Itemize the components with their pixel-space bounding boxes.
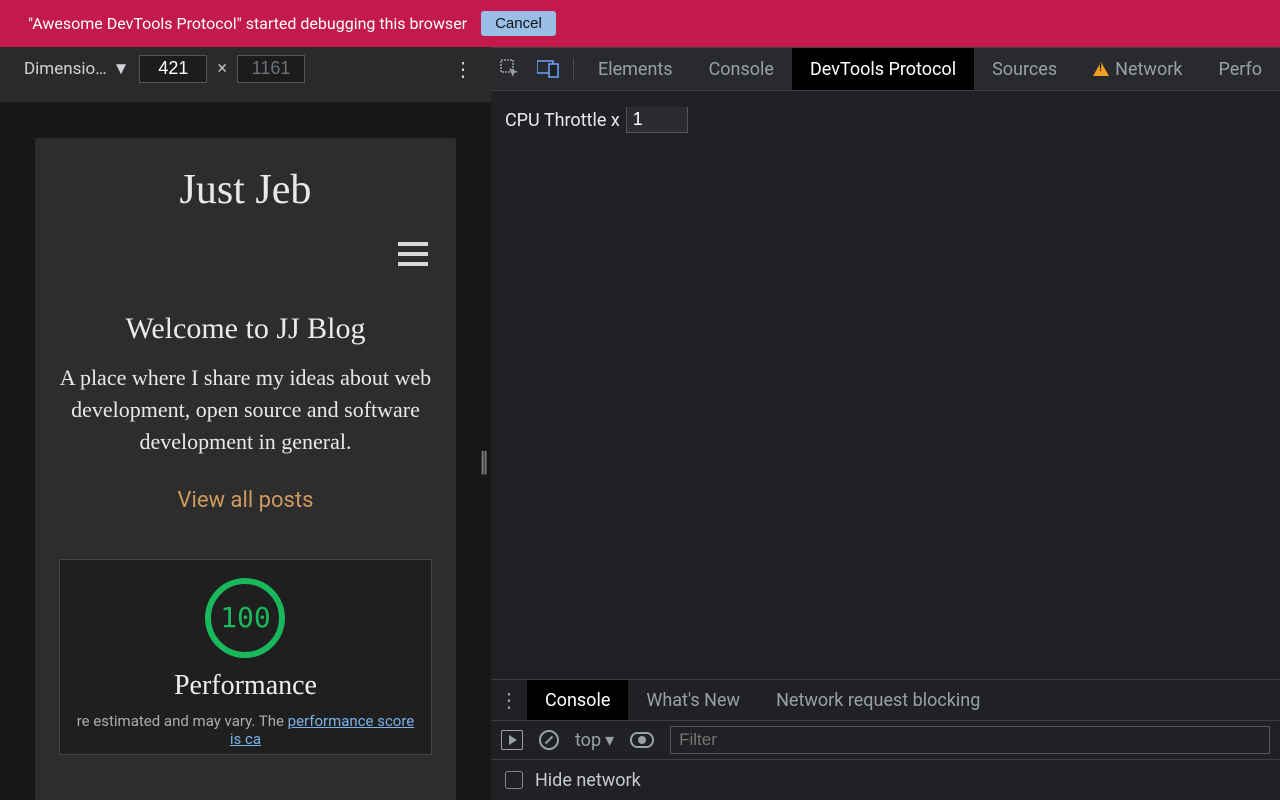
drawer-tab-whats-new[interactable]: What's New — [628, 680, 758, 720]
live-expression-button[interactable] — [630, 732, 654, 748]
console-filter-input[interactable] — [670, 726, 1270, 754]
warning-icon — [1093, 62, 1109, 76]
welcome-heading: Welcome to JJ Blog — [59, 312, 432, 346]
hide-network-checkbox[interactable] — [505, 771, 523, 789]
performance-card: 100 Performance re estimated and may var… — [59, 559, 432, 755]
toggle-console-sidebar-button[interactable] — [501, 730, 523, 750]
clear-console-button[interactable] — [539, 730, 559, 750]
tab-elements[interactable]: Elements — [580, 48, 691, 90]
console-toolbar: top▾ — [491, 720, 1280, 760]
tab-devtools-protocol[interactable]: DevTools Protocol — [792, 48, 974, 90]
view-all-posts-link[interactable]: View all posts — [178, 488, 314, 513]
devtools-tab-strip: Elements Console DevTools Protocol Sourc… — [491, 48, 1280, 91]
tab-console[interactable]: Console — [691, 48, 792, 90]
preview-viewport: Just Jeb Welcome to JJ Blog A place wher… — [0, 90, 491, 800]
devtools-protocol-panel: CPU Throttle x — [491, 91, 1280, 679]
dimension-separator: × — [217, 58, 227, 79]
device-dimensions-dropdown[interactable]: Dimensio… ▼ — [24, 59, 129, 79]
debug-cancel-button[interactable]: Cancel — [481, 11, 556, 36]
device-width-input[interactable] — [139, 55, 207, 83]
performance-title: Performance — [70, 670, 421, 702]
drawer-more-button[interactable]: ⋮ — [491, 680, 527, 720]
cpu-throttle-input[interactable] — [626, 107, 688, 133]
device-dropdown-label: Dimensio… — [24, 59, 107, 79]
drawer-tab-strip: ⋮ Console What's New Network request blo… — [491, 680, 1280, 720]
welcome-blurb: A place where I share my ideas about web… — [59, 362, 432, 458]
performance-score-ring: 100 — [205, 578, 285, 658]
device-toolbar: Dimensio… ▼ × ⋮ — [0, 47, 491, 90]
tab-performance[interactable]: Perfo — [1200, 48, 1280, 90]
debug-message: "Awesome DevTools Protocol" started debu… — [28, 14, 467, 33]
device-height-input[interactable] — [237, 55, 305, 83]
site-title: Just Jeb — [59, 166, 432, 214]
hide-network-label: Hide network — [535, 770, 641, 791]
drawer-tab-console[interactable]: Console — [527, 680, 628, 720]
hamburger-menu-button[interactable] — [398, 242, 428, 266]
debug-infobar: "Awesome DevTools Protocol" started debu… — [0, 0, 1280, 47]
device-preview-pane: Dimensio… ▼ × ⋮ Just Jeb Welcome to JJ B… — [0, 47, 491, 800]
tab-network[interactable]: Network — [1075, 48, 1200, 90]
console-drawer: ⋮ Console What's New Network request blo… — [491, 679, 1280, 800]
resize-handle[interactable]: || — [479, 445, 485, 478]
tab-sources[interactable]: Sources — [974, 48, 1075, 90]
inspect-element-button[interactable] — [491, 48, 529, 90]
execution-context-selector[interactable]: top▾ — [575, 730, 614, 751]
console-settings-row: Hide network — [491, 760, 1280, 800]
drawer-tab-network-blocking[interactable]: Network request blocking — [758, 680, 998, 720]
cpu-throttle-label: CPU Throttle x — [505, 110, 620, 131]
devtools-pane: Elements Console DevTools Protocol Sourc… — [491, 47, 1280, 800]
toggle-device-toolbar-button[interactable] — [529, 48, 567, 90]
ruler-top — [0, 90, 491, 102]
chevron-down-icon: ▼ — [113, 59, 130, 79]
chevron-down-icon: ▾ — [605, 730, 614, 751]
rendered-page[interactable]: Just Jeb Welcome to JJ Blog A place wher… — [35, 138, 456, 800]
device-toolbar-more-button[interactable]: ⋮ — [445, 57, 481, 81]
performance-note: re estimated and may vary. The performan… — [70, 712, 421, 748]
